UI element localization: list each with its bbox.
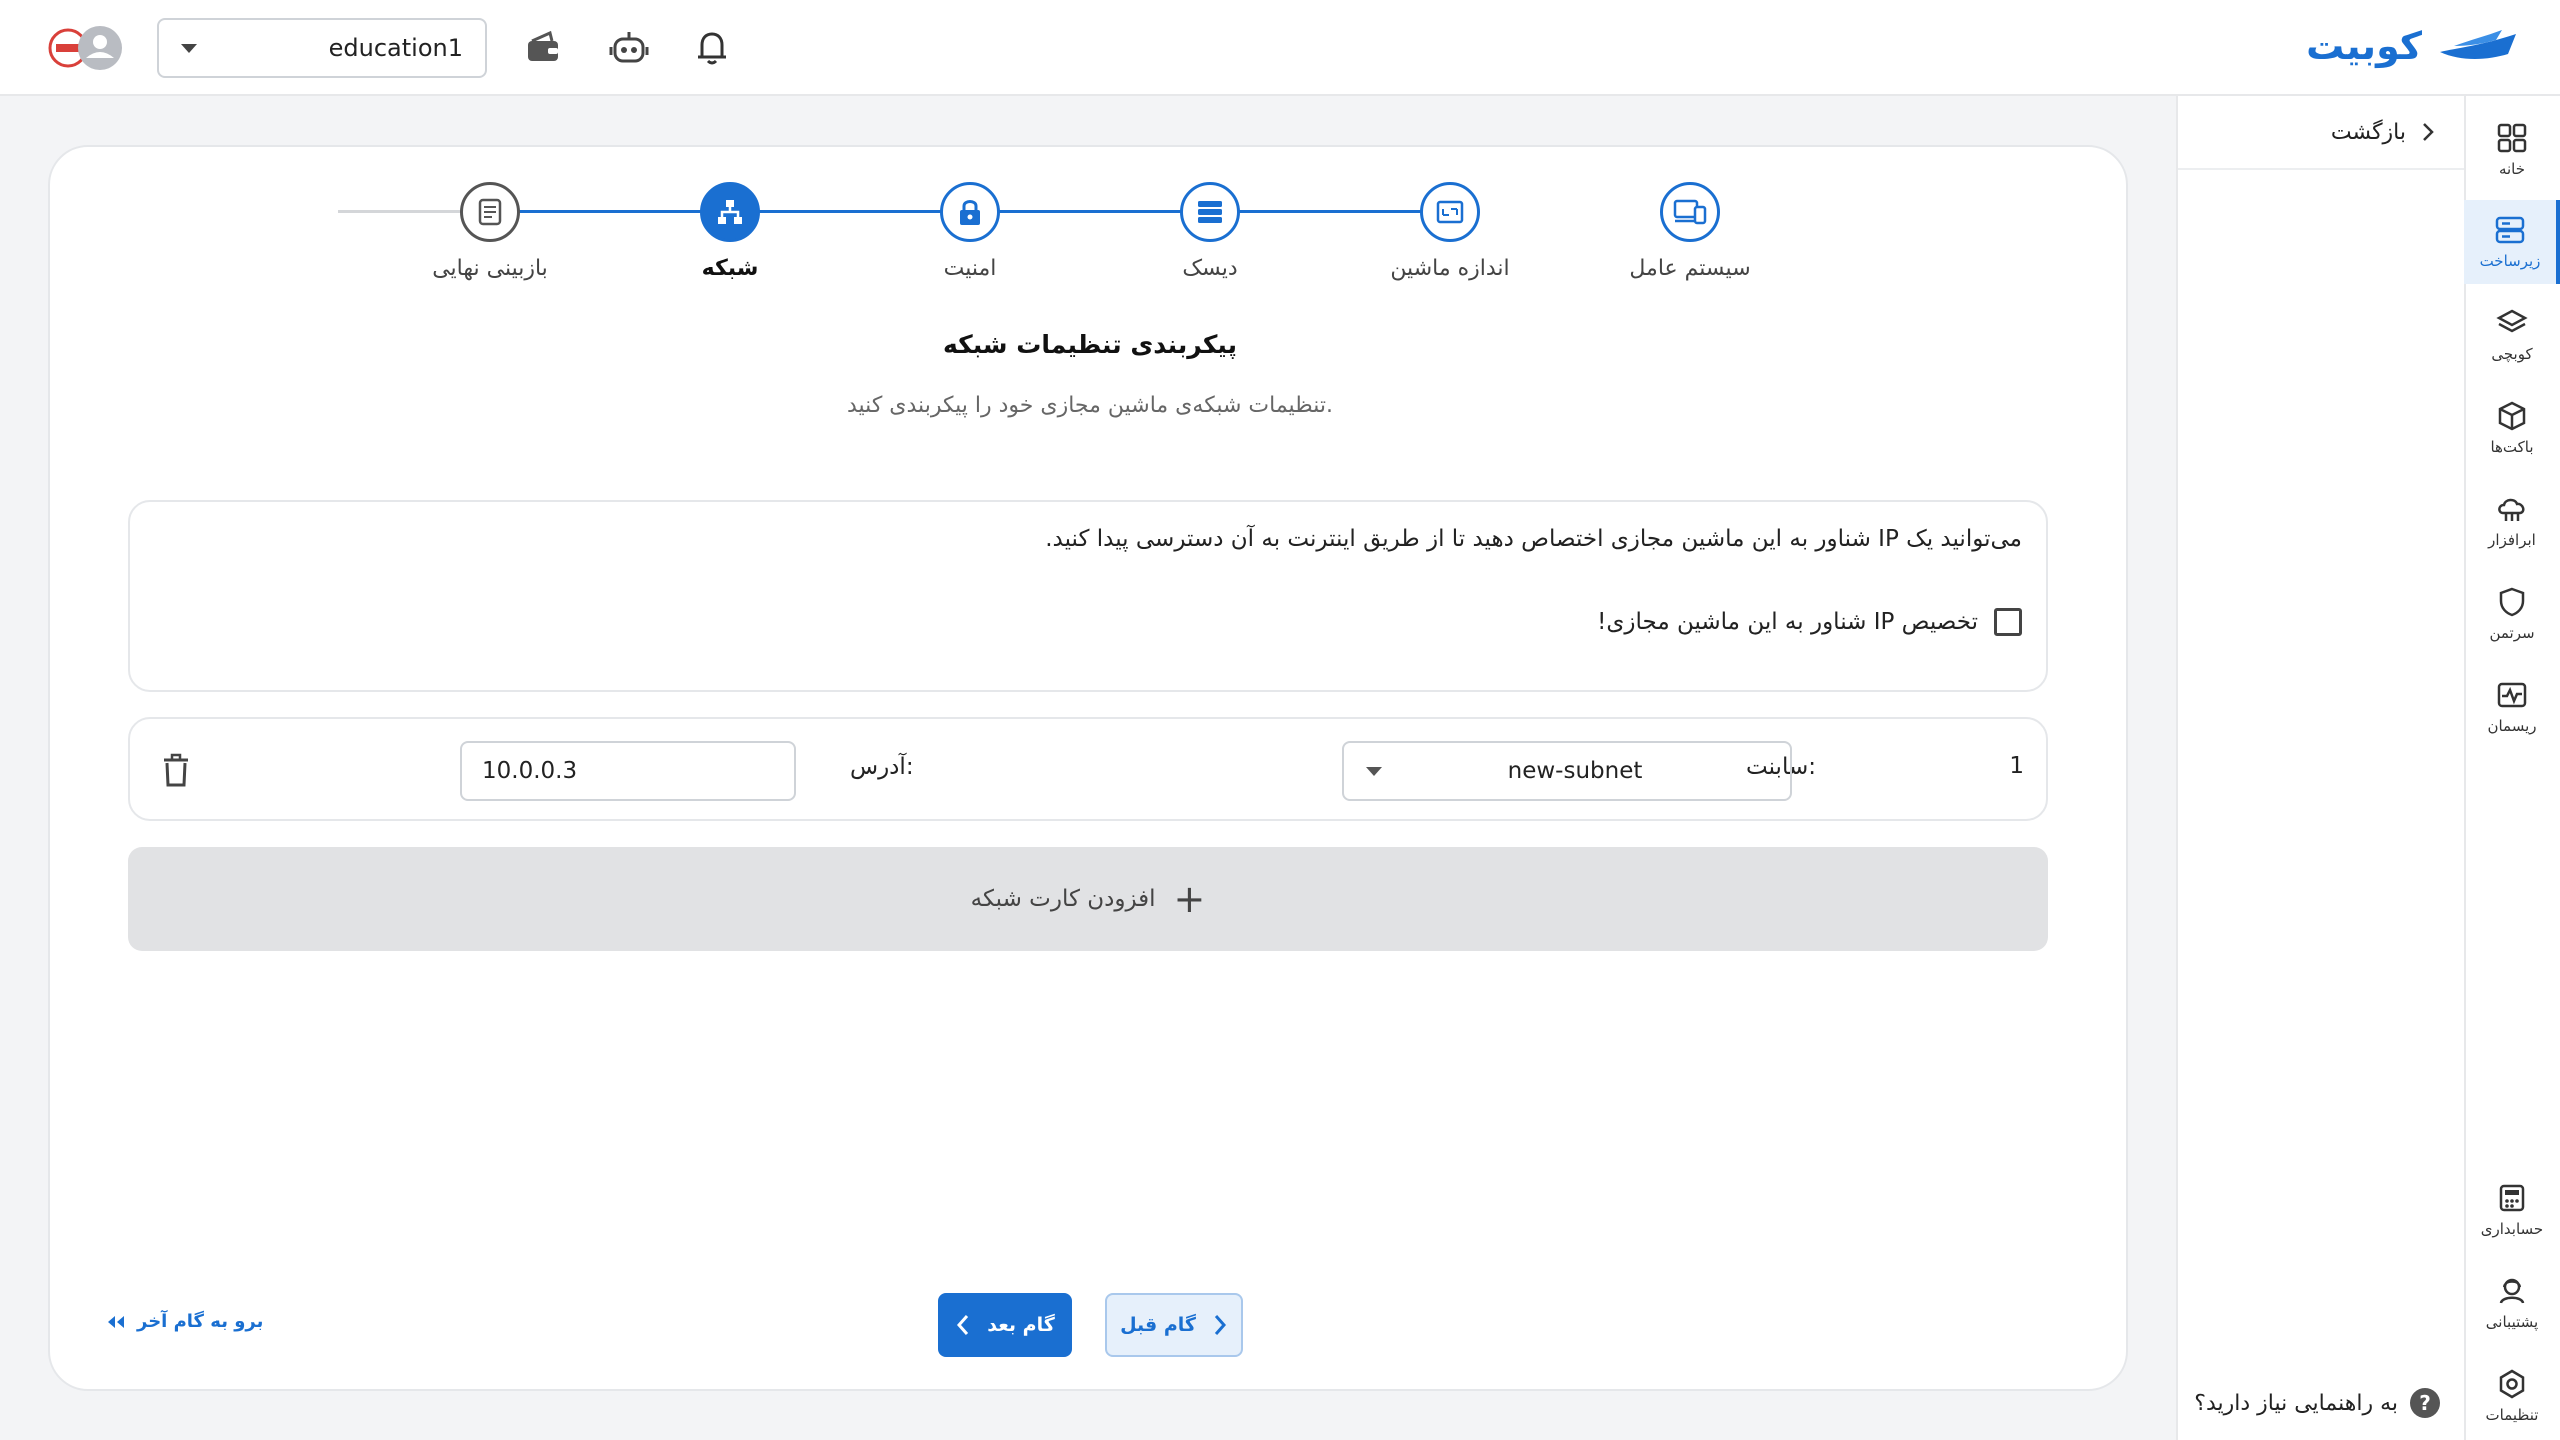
robot-icon[interactable] bbox=[607, 26, 651, 70]
nic-index: 1 bbox=[2009, 753, 2024, 779]
step-network[interactable]: شبکه bbox=[610, 182, 850, 281]
review-icon bbox=[478, 198, 502, 226]
wallet-icon[interactable] bbox=[521, 26, 565, 70]
previous-step-label: گام قبل bbox=[1120, 1314, 1196, 1336]
next-step-label: گام بعد bbox=[987, 1314, 1055, 1336]
step-machine-size[interactable]: اندازه ماشین bbox=[1330, 182, 1570, 281]
resize-icon bbox=[1436, 200, 1464, 224]
nav-kubchi-label: کوبچی bbox=[2491, 345, 2533, 363]
step-disk[interactable]: دیسک bbox=[1090, 182, 1330, 281]
previous-step-button[interactable]: گام قبل bbox=[1105, 1293, 1243, 1357]
organization-value: education1 bbox=[328, 34, 463, 62]
chevron-right-icon bbox=[1214, 1315, 1226, 1335]
chevron-down-icon bbox=[181, 43, 197, 53]
nav-accounting[interactable]: حسابداری bbox=[2464, 1168, 2560, 1252]
question-icon: ? bbox=[2410, 1388, 2440, 1418]
go-to-last-step-label: برو به گام آخر bbox=[137, 1311, 264, 1332]
subnet-value: new-subnet bbox=[1507, 758, 1643, 784]
address-label: آدرس: bbox=[850, 754, 914, 780]
delete-nic-button[interactable] bbox=[158, 751, 194, 791]
nav-buckets[interactable]: باکت‌ها bbox=[2464, 386, 2560, 470]
user-avatar-icon bbox=[48, 26, 122, 70]
step-disk-label: دیسک bbox=[1182, 256, 1238, 281]
go-to-last-step-link[interactable]: برو به گام آخر bbox=[105, 1311, 263, 1332]
plus-icon: + bbox=[1173, 877, 1206, 921]
step-final-review-label: بازبینی نهایی bbox=[432, 256, 548, 281]
nav-sartaman[interactable]: سرتمن bbox=[2464, 572, 2560, 656]
secondary-sidebar: بازگشت ? به راهنمایی نیاز دارید؟ bbox=[2176, 96, 2464, 1440]
floating-ip-option[interactable]: تخصیص IP شناور به این ماشین مجازی! bbox=[1597, 608, 2022, 636]
nav-risman[interactable]: ریسمان bbox=[2464, 665, 2560, 749]
add-network-card-label: افزودن کارت شبکه bbox=[970, 886, 1156, 912]
step-security-label: امنیت bbox=[943, 256, 997, 281]
wizard-stepper: سیستم عامل اندازه ماشین دیسک امنیت شبکه bbox=[50, 147, 2130, 297]
page-title: پیکربندی تنظیمات شبکه bbox=[943, 330, 1237, 359]
floating-ip-checkbox[interactable] bbox=[1994, 608, 2022, 636]
nav-infrastructure-label: زیرساخت bbox=[2479, 252, 2541, 270]
nav-support-label: پشتیبانی bbox=[2485, 1313, 2539, 1331]
user-avatar[interactable] bbox=[48, 22, 124, 74]
subnet-select[interactable]: new-subnet bbox=[1342, 741, 1792, 801]
lock-icon bbox=[960, 200, 980, 225]
step-machine-size-label: اندازه ماشین bbox=[1390, 256, 1510, 281]
step-security[interactable]: امنیت bbox=[850, 182, 1090, 281]
support-icon bbox=[2499, 1278, 2525, 1304]
layers-icon bbox=[2496, 309, 2528, 333]
devices-icon bbox=[1673, 199, 1707, 225]
nav-cloud-app-label: ابرافزار bbox=[2488, 531, 2536, 549]
step-network-label: شبکه bbox=[701, 256, 759, 281]
nav-kubchi[interactable]: کوبچی bbox=[2464, 293, 2560, 377]
settings-icon bbox=[2499, 1369, 2525, 1399]
nav-infrastructure[interactable]: زیرساخت bbox=[2464, 200, 2560, 284]
shield-icon bbox=[2499, 587, 2525, 617]
nav-home-label: خانه bbox=[2498, 160, 2526, 178]
organization-select[interactable]: education1 bbox=[157, 18, 487, 78]
next-step-button[interactable]: گام بعد bbox=[938, 1293, 1072, 1357]
nav-settings-label: تنظیمات bbox=[2485, 1406, 2539, 1424]
chevron-down-icon bbox=[1366, 766, 1382, 776]
disk-icon bbox=[1198, 201, 1222, 223]
nav-buckets-label: باکت‌ها bbox=[2490, 438, 2534, 456]
page-subtitle: تنظیمات شبکه‌ی ماشین مجازی خود را پیکربن… bbox=[847, 393, 1333, 418]
server-icon bbox=[2495, 216, 2525, 244]
trash-icon bbox=[164, 753, 188, 787]
cloud-app-icon bbox=[2498, 498, 2525, 521]
floating-ip-section: می‌توانید یک IP شناور به این ماشین مجازی… bbox=[128, 500, 2048, 692]
top-bar: کوبیت education1 bbox=[0, 0, 2560, 96]
boat-logo-icon bbox=[2440, 30, 2516, 59]
bell-icon[interactable] bbox=[690, 26, 734, 70]
help-link[interactable]: ? به راهنمایی نیاز دارید؟ bbox=[2194, 1388, 2440, 1418]
back-button[interactable]: بازگشت bbox=[2178, 96, 2464, 170]
step-os-label: سیستم عامل bbox=[1629, 256, 1751, 281]
add-network-card-button[interactable]: + افزودن کارت شبکه bbox=[128, 847, 2048, 951]
brand-logo[interactable]: کوبیت bbox=[2306, 24, 2520, 68]
box-icon bbox=[2498, 401, 2526, 431]
double-chevron-left-icon bbox=[108, 1315, 124, 1328]
chevron-left-icon bbox=[957, 1315, 969, 1335]
nav-risman-label: ریسمان bbox=[2487, 717, 2537, 735]
step-os[interactable]: سیستم عامل bbox=[1570, 182, 1810, 281]
grid-icon bbox=[2497, 123, 2527, 153]
network-icon bbox=[718, 200, 742, 224]
help-label: به راهنمایی نیاز دارید؟ bbox=[2194, 1390, 2398, 1416]
floating-ip-description: می‌توانید یک IP شناور به این ماشین مجازی… bbox=[1045, 526, 2022, 552]
main-nav-rail: خانه زیرساخت کوبچی باکت‌ها ابرافزار سرتم… bbox=[2464, 96, 2560, 1440]
nav-home[interactable]: خانه bbox=[2464, 108, 2560, 192]
nav-accounting-label: حسابداری bbox=[2480, 1220, 2544, 1238]
chevron-right-icon bbox=[2423, 123, 2434, 141]
nav-cloud-app[interactable]: ابرافزار bbox=[2464, 479, 2560, 563]
nav-settings[interactable]: تنظیمات bbox=[2464, 1354, 2560, 1438]
nav-support[interactable]: پشتیبانی bbox=[2464, 1261, 2560, 1345]
address-input[interactable]: 10.0.0.3 bbox=[460, 741, 796, 801]
nav-sartaman-label: سرتمن bbox=[2489, 624, 2535, 642]
step-final-review[interactable]: بازبینی نهایی bbox=[370, 182, 610, 281]
back-label: بازگشت bbox=[2330, 119, 2406, 145]
pulse-icon bbox=[2497, 682, 2527, 708]
floating-ip-checkbox-label[interactable]: تخصیص IP شناور به این ماشین مجازی! bbox=[1597, 609, 1978, 635]
wizard-card: سیستم عامل اندازه ماشین دیسک امنیت شبکه bbox=[48, 145, 2128, 1391]
brand-name: کوبیت bbox=[2306, 24, 2422, 68]
accounting-icon bbox=[2499, 1184, 2525, 1212]
network-card-row: 1 سابنت: new-subnet آدرس: 10.0.0.3 bbox=[128, 717, 2048, 821]
